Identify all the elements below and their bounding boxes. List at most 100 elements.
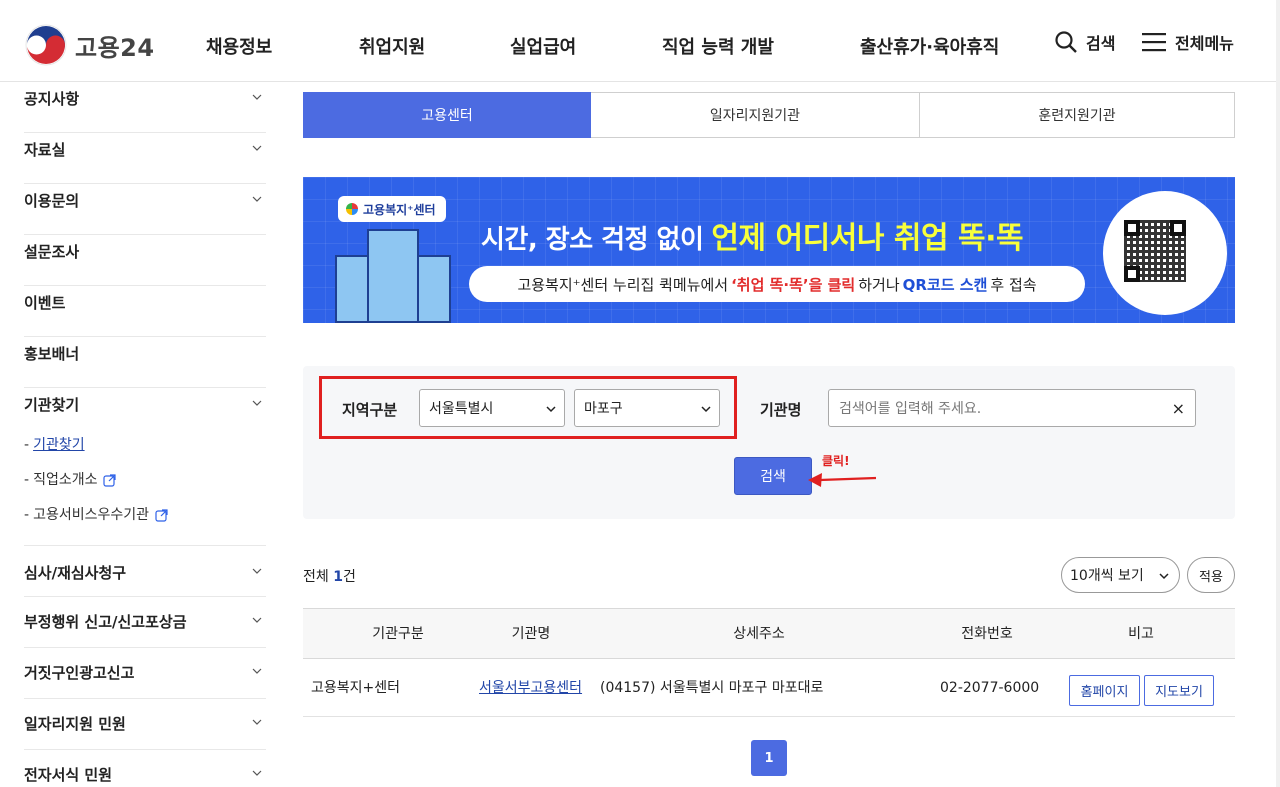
sidebar: 공지사항 자료실 이용문의 설문조사 이벤트 홍보배너 기관찾기 - 기관찾기 -… (24, 82, 266, 787)
external-link-icon (103, 474, 117, 487)
cell-name-link[interactable]: 서울서부고용센터 (479, 659, 582, 717)
sidebar-item-review-request[interactable]: 심사/재심사청구 (24, 546, 266, 597)
sidebar-item-fraud-report[interactable]: 부정행위 신고/신고포상금 (24, 597, 266, 648)
banner-badge-label: 고용복지⁺센터 (363, 202, 436, 217)
sidebar-sub-label: 고용서비스우수기관 (33, 507, 149, 523)
chevron-up-icon (252, 400, 262, 406)
city-select-value: 서울특별시 (429, 401, 494, 417)
building-illustration-icon (417, 255, 451, 323)
chevron-down-icon (546, 406, 556, 413)
sidebar-item-promo-banner[interactable]: 홍보배너 (24, 337, 266, 388)
center-logo-icon (346, 203, 358, 215)
tab-employment-center[interactable]: 고용센터 (303, 92, 591, 138)
sidebar-item-label: 거짓구인광고신고 (24, 664, 135, 682)
nav-item-employment-support[interactable]: 취업지원 (359, 33, 425, 59)
banner-headline-pre: 시간, 장소 걱정 없이 (481, 225, 704, 255)
banner-sub-b: ‘취업 똑·똑’을 클릭 (731, 275, 856, 294)
nav-item-jobs[interactable]: 채용정보 (206, 33, 272, 59)
nav-item-unemployment-benefit[interactable]: 실업급여 (510, 33, 576, 59)
header-search-label: 검색 (1086, 34, 1116, 53)
th-note: 비고 (1128, 626, 1154, 642)
result-total-prefix: 전체 (303, 569, 334, 585)
sidebar-item-label: 부정행위 신고/신고포상금 (24, 613, 187, 631)
banner-subline: 고용복지⁺센터 누리집 퀵메뉴에서 ‘취업 똑·똑’을 클릭 하거나 QR코드 … (469, 266, 1085, 302)
sidebar-item-label: 일자리지원 민원 (24, 715, 126, 733)
building-illustration-icon (335, 255, 369, 323)
table-header: 기관구분 기관명 상세주소 전화번호 비고 (303, 608, 1235, 659)
click-annotation: 클릭! (822, 454, 850, 468)
banner-sub-c: 하거나 (858, 275, 900, 294)
district-select[interactable]: 마포구 (574, 389, 720, 427)
chevron-down-icon (1159, 573, 1169, 580)
per-page-select[interactable]: 10개씩 보기 (1061, 557, 1180, 593)
sidebar-item-notice[interactable]: 공지사항 (24, 82, 266, 133)
apply-button[interactable]: 적용 (1187, 557, 1235, 593)
sidebar-item-false-job-ad[interactable]: 거짓구인광고신고 (24, 648, 266, 699)
sidebar-item-label: 전자서식 민원 (24, 766, 113, 784)
banner-sub-a: 고용복지⁺센터 누리집 퀵메뉴에서 (517, 275, 729, 294)
chevron-down-icon (252, 145, 262, 151)
nav-item-parental-leave[interactable]: 출산휴가·육아휴직 (860, 33, 999, 59)
per-page-value: 10개씩 보기 (1070, 568, 1144, 584)
result-total-suffix: 건 (342, 569, 356, 585)
th-phone: 전화번호 (961, 626, 1013, 642)
sidebar-sub-label[interactable]: 기관찾기 (33, 428, 85, 463)
external-link-icon (155, 509, 168, 522)
org-name-label: 기관명 (760, 401, 802, 419)
chevron-down-icon (252, 770, 262, 776)
sidebar-item-inquiry[interactable]: 이용문의 (24, 184, 266, 235)
sidebar-item-label: 기관찾기 (24, 396, 80, 414)
qr-finder-icon (1124, 220, 1140, 236)
sidebar-item-e-form-civil[interactable]: 전자서식 민원 (24, 750, 266, 787)
sidebar-item-label: 설문조사 (24, 243, 80, 261)
homepage-button[interactable]: 홈페이지 (1069, 675, 1140, 706)
agency-tabs: 고용센터 일자리지원기관 훈련지원기관 (303, 92, 1235, 138)
sidebar-sub-job-agency[interactable]: - 직업소개소 (24, 463, 266, 498)
qr-finder-icon (1170, 220, 1186, 236)
banner-sub-e: 후 접속 (990, 275, 1037, 294)
clear-icon[interactable]: × (1172, 399, 1185, 418)
sidebar-item-label: 공지사항 (24, 90, 80, 108)
full-menu-label: 전체메뉴 (1175, 34, 1234, 53)
page-scrollbar[interactable] (1276, 0, 1280, 787)
cell-phone: 02-2077-6000 (940, 680, 1040, 696)
tab-job-support-agency[interactable]: 일자리지원기관 (591, 92, 920, 138)
banner-badge: 고용복지⁺센터 (338, 196, 446, 222)
tab-training-agency[interactable]: 훈련지원기관 (920, 92, 1235, 138)
sidebar-item-find-agency[interactable]: 기관찾기 (24, 388, 266, 428)
th-address: 상세주소 (733, 626, 785, 642)
sidebar-item-archive[interactable]: 자료실 (24, 133, 266, 184)
sidebar-item-label: 홍보배너 (24, 345, 80, 363)
search-icon (1055, 31, 1077, 53)
sidebar-sub-find-agency[interactable]: - 기관찾기 (24, 428, 266, 463)
chevron-down-icon (252, 617, 262, 623)
region-label: 지역구분 (342, 401, 398, 419)
org-name-input[interactable]: 검색어를 입력해 주세요. × (828, 389, 1196, 427)
district-select-value: 마포구 (584, 401, 623, 417)
city-select[interactable]: 서울특별시 (419, 389, 565, 427)
sidebar-sub-excellent-agency[interactable]: - 고용서비스우수기관 (24, 498, 266, 533)
result-total-count: 1 (333, 569, 343, 585)
banner-headline: 시간, 장소 걱정 없이 언제 어디서나 취업 똑·똑 (481, 213, 1024, 257)
chevron-down-icon (252, 668, 262, 674)
header-search-button[interactable]: 검색 (1054, 30, 1115, 54)
map-view-button[interactable]: 지도보기 (1144, 675, 1214, 706)
building-illustration-icon (367, 229, 419, 323)
sidebar-item-job-support-civil[interactable]: 일자리지원 민원 (24, 699, 266, 750)
banner-headline-highlight: 언제 어디서나 취업 똑·똑 (711, 221, 1024, 256)
sidebar-item-label: 심사/재심사청구 (24, 564, 127, 582)
search-button[interactable]: 검색 (734, 457, 812, 495)
promo-banner[interactable]: 고용복지⁺센터 시간, 장소 걱정 없이 언제 어디서나 취업 똑·똑 고용복지⁺… (303, 177, 1235, 323)
sidebar-sub-label: 직업소개소 (33, 472, 98, 488)
full-menu-button[interactable]: 전체메뉴 (1141, 30, 1234, 54)
nav-item-vocational-training[interactable]: 직업 능력 개발 (662, 33, 774, 59)
qr-finder-icon (1124, 266, 1140, 282)
page-button-current[interactable]: 1 (751, 740, 787, 776)
org-name-placeholder: 검색어를 입력해 주세요. (839, 401, 982, 417)
site-header: 고용24 채용정보 취업지원 실업급여 직업 능력 개발 출산휴가·육아휴직 검… (0, 0, 1280, 82)
sidebar-item-label: 이용문의 (24, 192, 80, 210)
sidebar-item-label: 자료실 (24, 141, 66, 159)
sidebar-item-event[interactable]: 이벤트 (24, 286, 266, 337)
sidebar-item-survey[interactable]: 설문조사 (24, 235, 266, 286)
th-type: 기관구분 (372, 626, 424, 642)
